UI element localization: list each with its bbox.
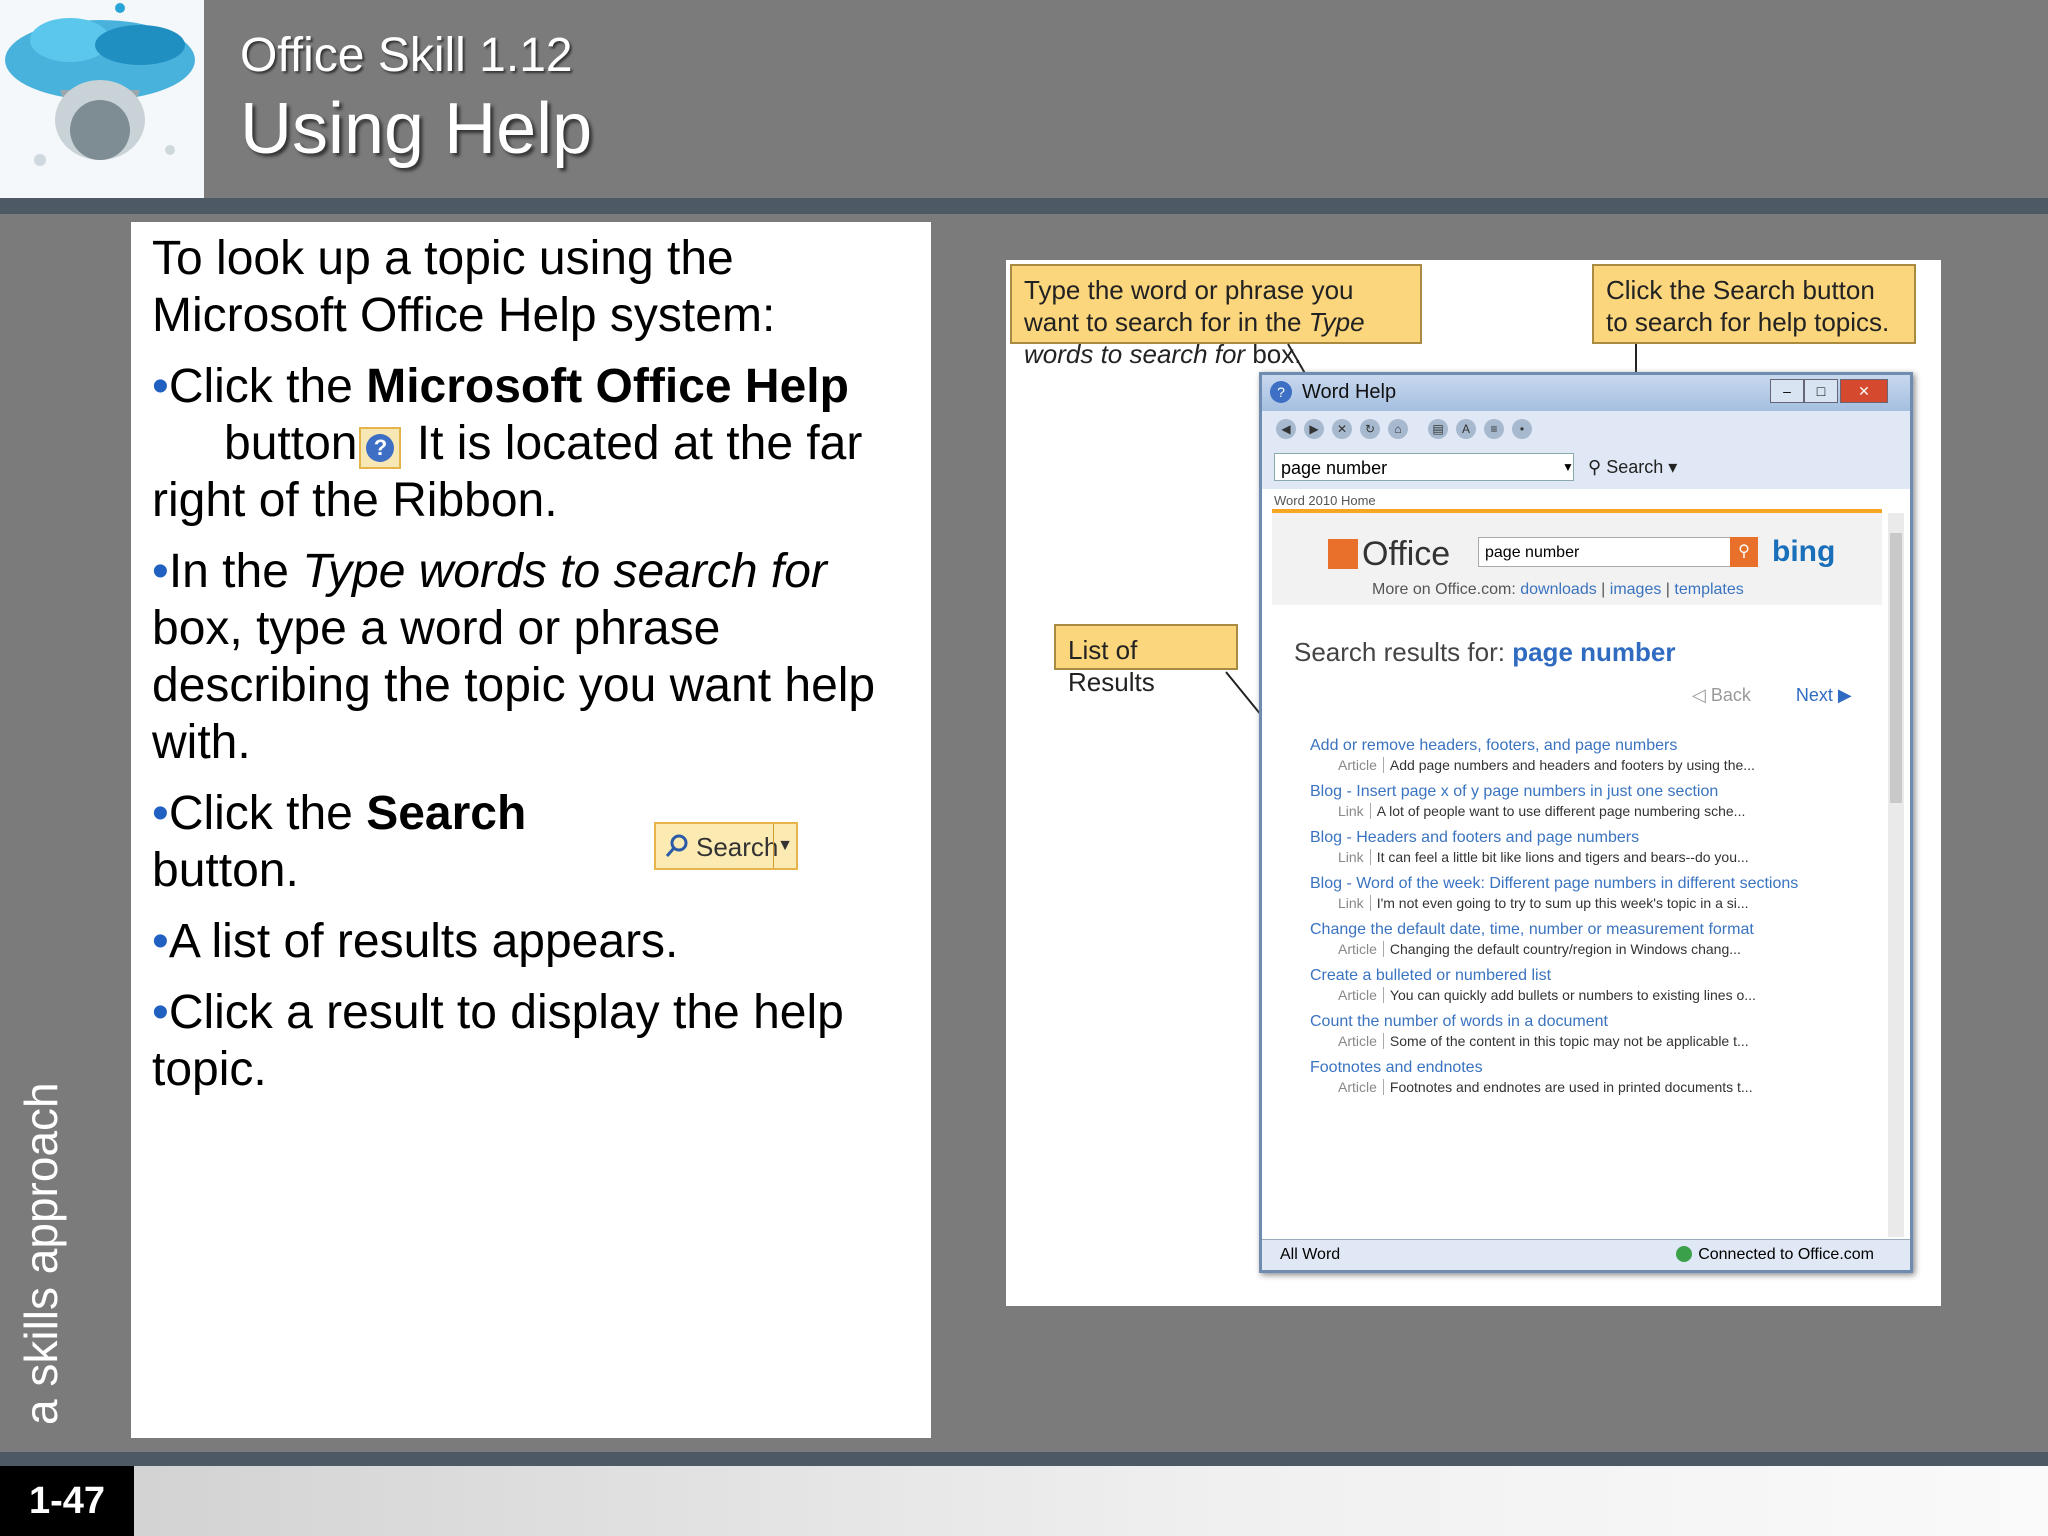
font-size-icon[interactable]: A: [1456, 419, 1476, 439]
slide-subtitle: Office Skill 1.12: [240, 29, 573, 82]
slide-body: To look up a topic using the Microsoft O…: [152, 230, 922, 1112]
close-button[interactable]: ✕: [1840, 379, 1888, 403]
results-heading: Search results for: page number: [1294, 637, 1676, 667]
list-item[interactable]: Blog - Word of the week: Different page …: [1310, 875, 1870, 913]
link-downloads[interactable]: downloads: [1520, 581, 1597, 598]
back-icon[interactable]: ◀: [1276, 419, 1296, 439]
slide-footer: [0, 1466, 2048, 1536]
help-icon: ?: [1270, 381, 1292, 403]
help-searchbar: page number ▼ ⚲ Search ▾: [1262, 447, 1910, 489]
header-rule: [0, 198, 2048, 214]
scope-selector[interactable]: All Word: [1280, 1240, 1340, 1270]
next-link[interactable]: Next ▶: [1796, 685, 1852, 705]
list-item[interactable]: Add or remove headers, footers, and page…: [1310, 737, 1870, 775]
footer-rule: [0, 1452, 2048, 1466]
print-icon[interactable]: ▤: [1428, 419, 1448, 439]
link-templates[interactable]: templates: [1674, 581, 1743, 598]
bullet-results: •A list of results appears.: [152, 915, 679, 968]
office-search-button[interactable]: ⚲: [1730, 537, 1758, 567]
forward-icon[interactable]: ▶: [1304, 419, 1324, 439]
refresh-icon[interactable]: ↻: [1360, 419, 1380, 439]
minimize-button[interactable]: –: [1770, 379, 1804, 403]
word-help-screenshot: Type the word or phrase you want to sear…: [1006, 260, 1941, 1306]
list-item[interactable]: Blog - Insert page x of y page numbers i…: [1310, 783, 1870, 821]
maximize-button[interactable]: □: [1804, 379, 1838, 403]
bullet-search: •Click the Search button.: [152, 787, 527, 897]
vertical-scrollbar[interactable]: [1888, 513, 1904, 1237]
help-toolbar: ◀ ▶ ✕ ↻ ⌂ ▤ A ≡ •: [1262, 411, 1910, 447]
search-input[interactable]: page number: [1274, 453, 1574, 481]
toc-icon[interactable]: ≡: [1484, 419, 1504, 439]
list-item[interactable]: Create a bulleted or numbered list Articl…: [1310, 967, 1870, 1005]
help-icon: ?: [359, 427, 402, 469]
more-links: More on Office.com: downloads | images |…: [1372, 581, 1744, 598]
slide-header: Office Skill 1.12 Using Help: [0, 0, 2048, 198]
bullet-click-result: •Click a result to display the help topi…: [152, 986, 844, 1096]
results-list: Add or remove headers, footers, and page…: [1310, 737, 1870, 1105]
pagination: ◁ Back Next ▶: [1692, 685, 1852, 706]
scrollbar-thumb[interactable]: [1890, 533, 1902, 803]
list-item[interactable]: Footnotes and endnotes Article Footnotes a…: [1310, 1059, 1870, 1097]
page-number: 1-47: [0, 1466, 134, 1536]
list-item[interactable]: Blog - Headers and footers and page numb…: [1310, 829, 1870, 867]
list-item[interactable]: Count the number of words in a document A…: [1310, 1013, 1870, 1051]
window-titlebar: ? Word Help – □ ✕: [1262, 375, 1910, 411]
bullet-type-words: •In the Type words to search for box, ty…: [152, 545, 876, 769]
pin-icon[interactable]: •: [1512, 419, 1532, 439]
bullet-help-button: •Click the Microsoft Office Help button?…: [152, 360, 863, 527]
globe-icon: [1676, 1246, 1693, 1262]
link-images[interactable]: images: [1610, 581, 1662, 598]
list-item[interactable]: Change the default date, time, number or…: [1310, 921, 1870, 959]
intro-text: To look up a topic using the Microsoft O…: [152, 232, 776, 342]
search-button-sample[interactable]: Search ▼: [654, 822, 798, 870]
breadcrumb[interactable]: Word 2010 Home: [1274, 493, 1376, 508]
stop-icon[interactable]: ✕: [1332, 419, 1352, 439]
chevron-down-icon[interactable]: ▼: [1562, 454, 1576, 480]
back-link[interactable]: ◁ Back: [1692, 685, 1751, 705]
office-search-input[interactable]: page number: [1478, 537, 1732, 567]
home-icon[interactable]: ⌂: [1388, 419, 1408, 439]
slide-title: Using Help: [240, 89, 593, 169]
bing-logo: bing: [1772, 535, 1836, 568]
water-splash-logo: [0, 0, 204, 198]
side-tagline: a skills approach: [15, 1082, 67, 1425]
magnifier-icon: [665, 834, 688, 857]
status-bar: All Word Connected to Office.com: [1262, 1239, 1910, 1270]
search-button[interactable]: ⚲ Search ▾: [1588, 457, 1677, 478]
chevron-down-icon: ▼: [773, 824, 796, 868]
office-search-area: Office page number ⚲ bing More on Office…: [1272, 513, 1882, 605]
word-help-window: ? Word Help – □ ✕ ◀ ▶ ✕ ↻ ⌂ ▤ A ≡ • page…: [1259, 372, 1913, 1273]
office-logo: Office: [1328, 535, 1450, 574]
magnifier-icon: ⚲: [1588, 457, 1602, 477]
connection-status[interactable]: Connected to Office.com: [1676, 1240, 1874, 1270]
